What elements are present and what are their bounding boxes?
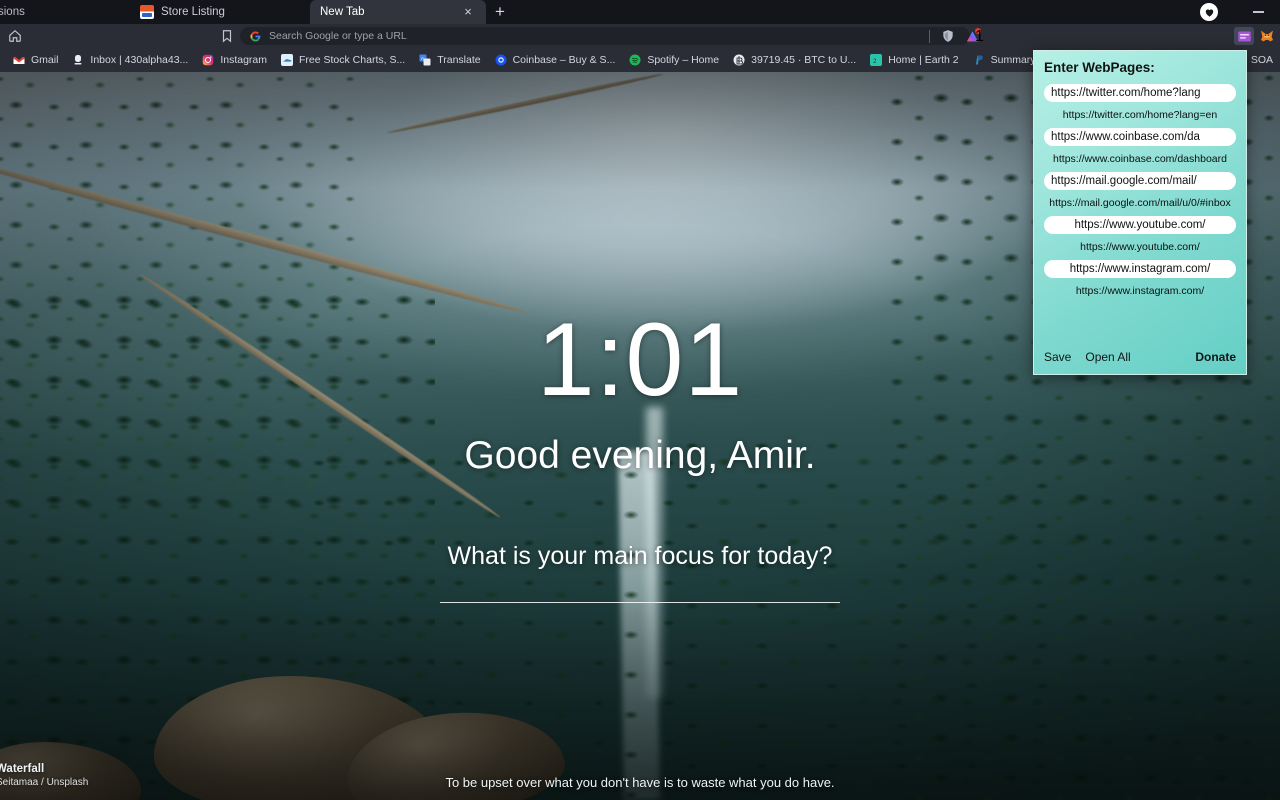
- search-placeholder: Search Google or type a URL: [269, 30, 407, 42]
- webpage-input-5[interactable]: [1044, 260, 1236, 278]
- tab-store-listing[interactable]: Store Listing: [130, 0, 310, 24]
- bookmark-free-stock-charts[interactable]: Free Stock Charts, S...: [274, 50, 412, 70]
- webpage-row-4: https://www.youtube.com/: [1044, 216, 1236, 260]
- webpage-row-3: https://mail.google.com/mail/u/0/#inbox: [1044, 172, 1236, 216]
- bookmark-translate[interactable]: A Translate: [412, 50, 487, 70]
- window-controls: [1200, 0, 1280, 24]
- bookmark-inbox[interactable]: Inbox | 430alpha43...: [65, 50, 195, 70]
- svg-text:2: 2: [873, 58, 877, 64]
- bitcoin-chart-icon: [733, 54, 745, 66]
- instagram-icon: [202, 54, 214, 66]
- profile-avatar-icon[interactable]: [1200, 3, 1218, 21]
- focus-question: What is your main focus for today?: [447, 542, 833, 570]
- home-icon[interactable]: [0, 24, 30, 48]
- webpage-row-2: https://www.coinbase.com/dashboard: [1044, 128, 1236, 172]
- webpage-label-5: https://www.instagram.com/: [1075, 285, 1205, 297]
- svg-text:A: A: [421, 56, 424, 61]
- inbox-icon: [72, 54, 84, 66]
- notification-badge: 1: [974, 27, 984, 45]
- popup-title: Enter WebPages:: [1044, 60, 1155, 75]
- bookmark-btc[interactable]: 39719.45 · BTC to U...: [726, 50, 863, 70]
- webpage-label-4: https://www.youtube.com/: [1080, 241, 1200, 253]
- webpage-input-1[interactable]: [1044, 84, 1236, 102]
- webpage-label-2: https://www.coinbase.com/dashboard: [1053, 153, 1227, 165]
- open-all-button[interactable]: Open All: [1085, 350, 1130, 364]
- earth2-icon: 2: [870, 54, 883, 66]
- bookmark-label: Spotify – Home: [647, 54, 720, 66]
- browser-toolbar: Search Google or type a URL 1: [0, 24, 1280, 48]
- bookmark-label: Gmail: [31, 54, 59, 66]
- tab-label: Store Listing: [161, 6, 225, 18]
- tab-new-tab[interactable]: New Tab ×: [310, 0, 486, 24]
- coinbase-icon: [495, 54, 507, 66]
- spotify-icon: [629, 54, 641, 66]
- bookmark-label: Coinbase – Buy & S...: [512, 54, 616, 66]
- tradingview-icon: [281, 54, 293, 66]
- clock: 1:01: [536, 302, 744, 418]
- bookmark-instagram[interactable]: Instagram: [195, 50, 274, 70]
- search-input[interactable]: Search Google or type a URL: [240, 27, 970, 45]
- bookmark-label: 39719.45 · BTC to U...: [751, 54, 857, 66]
- bookmark-gmail[interactable]: Gmail: [6, 50, 65, 70]
- bookmark-label: Translate: [437, 54, 481, 66]
- photo-title: Waterfall: [0, 763, 45, 775]
- gmail-icon: [13, 54, 25, 66]
- bookmark-label: SOA: [1250, 54, 1273, 66]
- divider: [929, 29, 930, 43]
- tab-label: New Tab: [320, 6, 365, 18]
- bookmark-label: Home | Earth 2: [888, 54, 959, 66]
- toolbar-actions: 1: [923, 24, 1280, 48]
- google-icon: [250, 30, 261, 42]
- shield-icon[interactable]: [936, 24, 960, 48]
- metamask-fox-icon[interactable]: [1257, 27, 1277, 45]
- donate-button[interactable]: Donate: [1195, 350, 1236, 364]
- tab-extensions[interactable]: sions: [0, 0, 130, 24]
- webpage-label-3: https://mail.google.com/mail/u/0/#inbox: [1049, 197, 1231, 209]
- new-tab-button[interactable]: +: [486, 0, 514, 24]
- webpage-row-5: https://www.instagram.com/: [1044, 260, 1236, 304]
- bookmark-label: Instagram: [220, 54, 267, 66]
- bookmark-star-icon[interactable]: [212, 24, 242, 48]
- webpage-input-4[interactable]: [1044, 216, 1236, 234]
- tab-strip: sions Store Listing New Tab × +: [0, 0, 1280, 24]
- tab-label: sions: [0, 6, 25, 18]
- paypal-icon: [973, 54, 985, 66]
- store-icon: [140, 5, 154, 19]
- browser-window: sions Store Listing New Tab × + Search G…: [0, 0, 1280, 800]
- close-icon[interactable]: ×: [460, 4, 476, 20]
- webpages-extension-popup: Enter WebPages: https://twitter.com/home…: [1033, 50, 1247, 375]
- greeting: Good evening, Amir.: [464, 434, 816, 477]
- focus-input[interactable]: [440, 602, 840, 603]
- webpage-input-3[interactable]: [1044, 172, 1236, 190]
- webpage-label-1: https://twitter.com/home?lang=en: [1062, 109, 1218, 121]
- quote-text: To be upset over what you don't have is …: [445, 775, 835, 790]
- popup-actions: Save Open All Donate: [1044, 344, 1236, 374]
- webpage-input-2[interactable]: [1044, 128, 1236, 146]
- save-button[interactable]: Save: [1044, 350, 1071, 364]
- bookmark-earth2[interactable]: 2 Home | Earth 2: [863, 50, 965, 70]
- bookmark-spotify[interactable]: Spotify – Home: [622, 50, 726, 70]
- webpages-extension-icon[interactable]: [1234, 27, 1254, 45]
- prism-triangle-icon[interactable]: 1: [960, 24, 984, 48]
- bookmark-coinbase[interactable]: Coinbase – Buy & S...: [488, 50, 623, 70]
- bookmark-label: Free Stock Charts, S...: [299, 54, 406, 66]
- bookmark-label: Inbox | 430alpha43...: [90, 54, 189, 66]
- google-translate-icon: A: [419, 54, 431, 66]
- webpage-row-1: https://twitter.com/home?lang=en: [1044, 84, 1236, 128]
- minimize-button[interactable]: [1238, 0, 1278, 24]
